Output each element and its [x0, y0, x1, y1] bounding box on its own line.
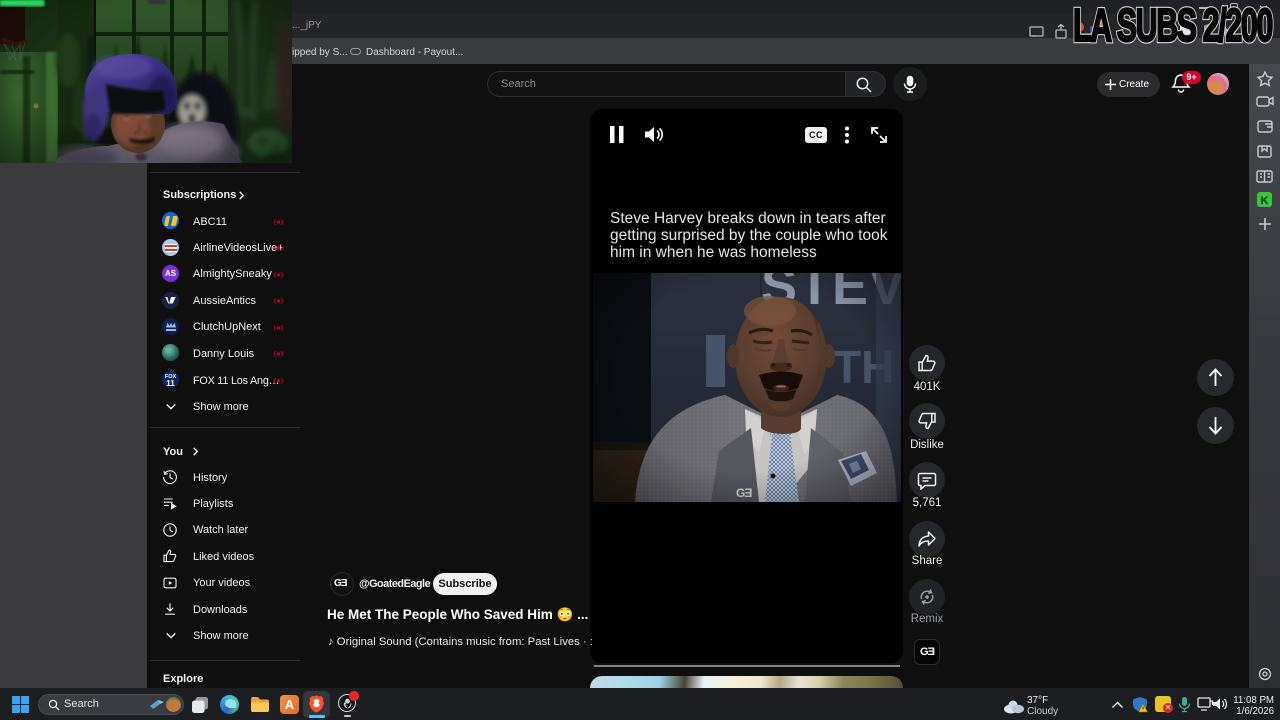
svg-text:K: K	[1261, 195, 1269, 207]
svg-text:LA SUBS 2/200: LA SUBS 2/200	[1073, 0, 1272, 51]
